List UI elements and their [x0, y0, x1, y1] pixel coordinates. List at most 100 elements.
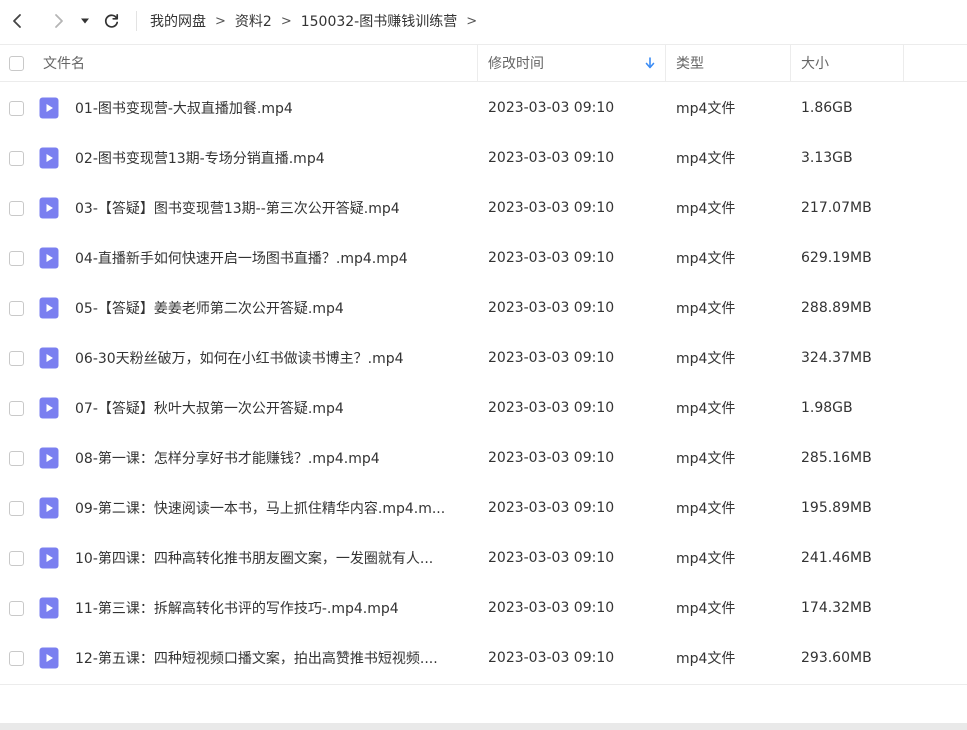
file-size: 3.13GB [801, 150, 853, 166]
file-type: mp4文件 [676, 201, 736, 217]
row-checkbox[interactable] [9, 500, 24, 516]
row-checkbox[interactable] [9, 450, 24, 466]
file-type: mp4文件 [676, 601, 736, 617]
file-row[interactable]: 07-【答疑】秋叶大叔第一次公开答疑.mp4 2023-03-03 09:10 mp… [0, 383, 967, 433]
column-header-name[interactable]: 文件名 [31, 45, 478, 81]
file-row[interactable]: 05-【答疑】姜姜老师第二次公开答疑.mp4 2023-03-03 09:10 mp… [0, 283, 967, 333]
row-checkbox[interactable] [9, 150, 24, 166]
column-header-type-label: 类型 [676, 56, 704, 72]
file-name[interactable]: 11-第三课：拆解高转化书评的写作技巧-.mp4.mp4 [75, 598, 399, 618]
file-size: 629.19MB [801, 250, 872, 266]
select-all-cell [0, 45, 31, 81]
file-size: 195.89MB [801, 500, 872, 516]
row-checkbox[interactable] [9, 600, 24, 616]
file-row[interactable]: 08-第一课：怎样分享好书才能赚钱？.mp4.mp4 2023-03-03 09:… [0, 433, 967, 483]
video-file-icon [39, 197, 59, 219]
file-name-cell: 03-【答疑】图书变现营13期--第三次公开答疑.mp4 [31, 197, 478, 219]
file-modified: 2023-03-03 09:10 [488, 400, 615, 416]
row-checkbox[interactable] [9, 550, 24, 566]
file-modified: 2023-03-03 09:10 [488, 450, 615, 466]
file-name-cell: 04-直播新手如何快速开启一场图书直播？.mp4.mp4 [31, 247, 478, 269]
caret-down-icon [81, 18, 89, 24]
file-name[interactable]: 05-【答疑】姜姜老师第二次公开答疑.mp4 [75, 298, 344, 318]
sort-descending-icon [645, 57, 655, 69]
video-file-icon [39, 447, 59, 469]
file-list-header: 文件名 修改时间 类型 大小 [0, 44, 967, 82]
file-name[interactable]: 01-图书变现营-大叔直播加餐.mp4 [75, 98, 293, 118]
file-name-cell: 11-第三课：拆解高转化书评的写作技巧-.mp4.mp4 [31, 597, 478, 619]
video-file-icon [39, 497, 59, 519]
breadcrumb-item-root[interactable]: 我的网盘 [150, 11, 206, 31]
file-name[interactable]: 12-第五课：四种短视频口播文案，拍出高赞推书短视频.... [75, 648, 438, 668]
breadcrumb-item-folder[interactable]: 资料2 [235, 11, 272, 31]
file-name-cell: 05-【答疑】姜姜老师第二次公开答疑.mp4 [31, 297, 478, 319]
breadcrumb-separator: > [466, 13, 478, 29]
row-checkbox[interactable] [9, 250, 24, 266]
refresh-button[interactable] [100, 10, 122, 32]
file-type: mp4文件 [676, 551, 736, 567]
chevron-right-icon [55, 14, 63, 28]
file-name[interactable]: 10-第四课：四种高转化推书朋友圈文案，一发圈就有人... [75, 548, 433, 568]
row-select-cell [0, 450, 31, 466]
file-modified: 2023-03-03 09:10 [488, 150, 615, 166]
refresh-icon [104, 13, 118, 28]
forward-button[interactable] [48, 10, 70, 32]
toolbar-divider [136, 11, 137, 31]
row-checkbox[interactable] [9, 400, 24, 416]
file-type: mp4文件 [676, 251, 736, 267]
file-name[interactable]: 09-第二课：快速阅读一本书，马上抓住精华内容.mp4.m... [75, 498, 445, 518]
column-header-type[interactable]: 类型 [666, 45, 791, 81]
file-row[interactable]: 11-第三课：拆解高转化书评的写作技巧-.mp4.mp4 2023-03-03 0… [0, 583, 967, 633]
row-select-cell [0, 550, 31, 566]
column-header-size-label: 大小 [801, 56, 829, 72]
row-checkbox[interactable] [9, 350, 24, 366]
file-modified: 2023-03-03 09:10 [488, 250, 615, 266]
row-select-cell [0, 350, 31, 366]
select-all-checkbox[interactable] [9, 55, 24, 71]
horizontal-scrollbar[interactable] [0, 723, 967, 730]
row-select-cell [0, 400, 31, 416]
file-name-cell: 08-第一课：怎样分享好书才能赚钱？.mp4.mp4 [31, 447, 478, 469]
file-row[interactable]: 09-第二课：快速阅读一本书，马上抓住精华内容.mp4.m... 2023-03-… [0, 483, 967, 533]
file-name[interactable]: 02-图书变现营13期-专场分销直播.mp4 [75, 148, 325, 168]
file-name-cell: 10-第四课：四种高转化推书朋友圈文案，一发圈就有人... [31, 547, 478, 569]
row-checkbox[interactable] [9, 100, 24, 116]
file-row[interactable]: 03-【答疑】图书变现营13期--第三次公开答疑.mp4 2023-03-03 0… [0, 183, 967, 233]
row-select-cell [0, 300, 31, 316]
file-size: 1.98GB [801, 400, 853, 416]
row-select-cell [0, 500, 31, 516]
file-name-cell: 09-第二课：快速阅读一本书，马上抓住精华内容.mp4.m... [31, 497, 478, 519]
file-name[interactable]: 06-30天粉丝破万，如何在小红书做读书博主？.mp4 [75, 348, 404, 368]
video-file-icon [39, 297, 59, 319]
file-name-cell: 02-图书变现营13期-专场分销直播.mp4 [31, 147, 478, 169]
column-header-name-label: 文件名 [43, 56, 85, 72]
file-name[interactable]: 08-第一课：怎样分享好书才能赚钱？.mp4.mp4 [75, 448, 380, 468]
row-checkbox[interactable] [9, 300, 24, 316]
row-select-cell [0, 100, 31, 116]
row-select-cell [0, 650, 31, 666]
file-size: 288.89MB [801, 300, 872, 316]
file-name[interactable]: 03-【答疑】图书变现营13期--第三次公开答疑.mp4 [75, 198, 400, 218]
file-row[interactable]: 06-30天粉丝破万，如何在小红书做读书博主？.mp4 2023-03-03 09… [0, 333, 967, 383]
file-row[interactable]: 04-直播新手如何快速开启一场图书直播？.mp4.mp4 2023-03-03 0… [0, 233, 967, 283]
file-row[interactable]: 02-图书变现营13期-专场分销直播.mp4 2023-03-03 09:10 mp… [0, 133, 967, 183]
file-type: mp4文件 [676, 301, 736, 317]
file-modified: 2023-03-03 09:10 [488, 650, 615, 666]
breadcrumb-item-current[interactable]: 150032-图书赚钱训练营 [301, 11, 458, 31]
file-row[interactable]: 12-第五课：四种短视频口播文案，拍出高赞推书短视频.... 2023-03-03… [0, 633, 967, 683]
back-button[interactable] [6, 10, 28, 32]
history-dropdown-button[interactable] [78, 10, 92, 32]
video-file-icon [39, 247, 59, 269]
file-size: 174.32MB [801, 600, 872, 616]
row-checkbox[interactable] [9, 200, 24, 216]
column-header-size[interactable]: 大小 [791, 45, 904, 81]
video-file-icon [39, 397, 59, 419]
file-name[interactable]: 07-【答疑】秋叶大叔第一次公开答疑.mp4 [75, 398, 344, 418]
video-file-icon [39, 597, 59, 619]
column-header-modified[interactable]: 修改时间 [478, 45, 666, 81]
file-row[interactable]: 01-图书变现营-大叔直播加餐.mp4 2023-03-03 09:10 mp4文件… [0, 83, 967, 133]
file-name[interactable]: 04-直播新手如何快速开启一场图书直播？.mp4.mp4 [75, 248, 408, 268]
file-row[interactable]: 10-第四课：四种高转化推书朋友圈文案，一发圈就有人... 2023-03-03 … [0, 533, 967, 583]
row-checkbox[interactable] [9, 650, 24, 666]
file-type: mp4文件 [676, 351, 736, 367]
